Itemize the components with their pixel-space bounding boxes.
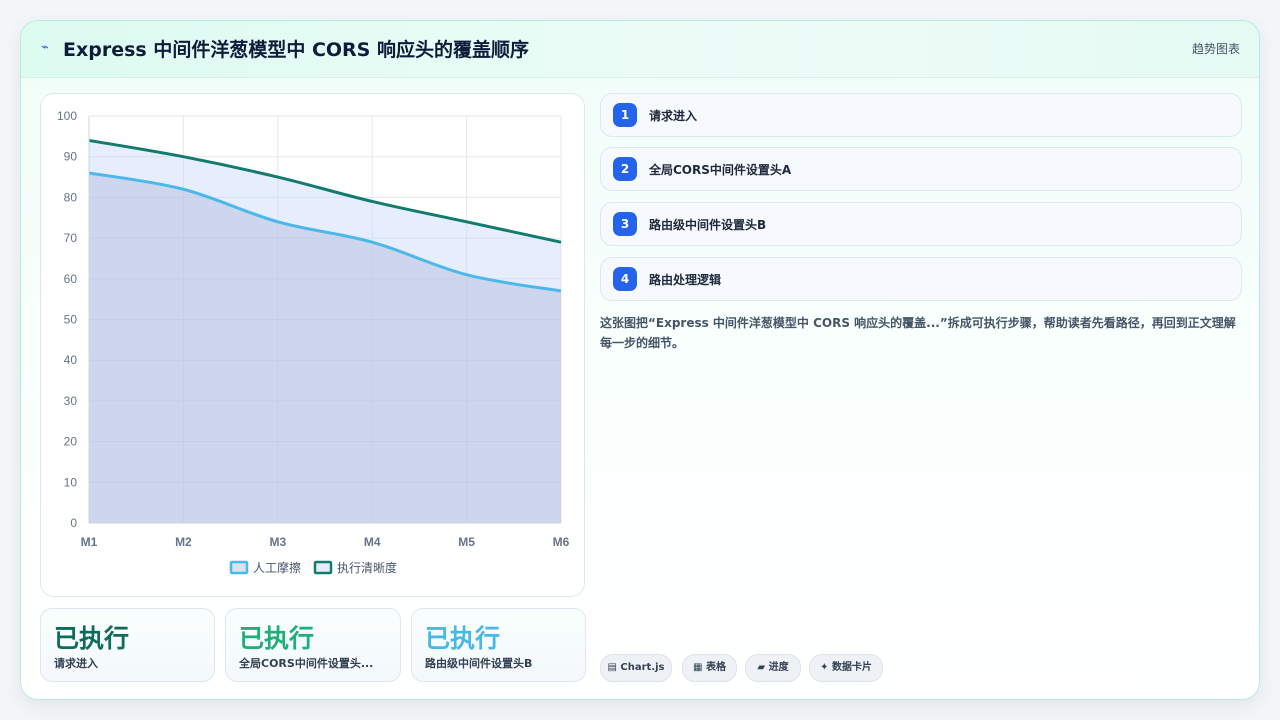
y-tick-label: 50 (64, 313, 78, 327)
stat-label: 请求进入 (54, 657, 98, 670)
legend-label: 人工摩擦 (253, 560, 301, 575)
step-number: 2 (613, 157, 637, 181)
sparkle-icon: ✦ (820, 662, 829, 673)
legend-label: 执行清晰度 (337, 560, 397, 575)
x-tick-label: M5 (458, 535, 475, 549)
step-label: 请求进入 (649, 109, 698, 123)
y-tick-label: 90 (64, 150, 78, 164)
chip-table[interactable]: ▦ 表格 (682, 654, 737, 682)
chip-label: Chart.js (620, 662, 665, 673)
y-tick-label: 30 (64, 394, 78, 408)
chart-panel: 0 10 20 30 40 50 60 70 80 90 100 M1 M2 M3 M4 M5 M6 人工摩擦 执行… (40, 93, 585, 597)
zigzag-icon: ⌁ (41, 40, 49, 55)
stat-value: 已执行 (425, 624, 501, 653)
y-tick-label: 100 (57, 109, 77, 123)
main-card: ⌁ Express 中间件洋葱模型中 CORS 响应头的覆盖顺序 趋势图表 0 1… (20, 20, 1260, 700)
x-tick-label: M2 (175, 535, 192, 549)
step-label: 路由级中间件设置头B (649, 218, 767, 232)
x-tick-label: M1 (81, 535, 98, 549)
chip-label: 数据卡片 (831, 662, 872, 673)
header: ⌁ Express 中间件洋葱模型中 CORS 响应头的覆盖顺序 趋势图表 (21, 21, 1259, 78)
y-tick-label: 70 (64, 231, 78, 245)
step-label: 路由处理逻辑 (649, 273, 722, 287)
description-text: 这张图把“Express 中间件洋葱模型中 CORS 响应头的覆盖...”拆成可… (600, 316, 1236, 350)
chip-progress[interactable]: ▰ 进度 (745, 654, 801, 682)
chip-label: 表格 (705, 662, 726, 673)
step-number: 4 (613, 267, 637, 291)
legend-swatch (313, 560, 333, 575)
y-tick-label: 10 (64, 475, 78, 489)
step-item-1[interactable]: 1 请求进入 (600, 93, 1242, 137)
chip-data-card[interactable]: ✦ 数据卡片 (809, 654, 883, 682)
y-tick-label: 60 (64, 272, 78, 286)
step-item-2[interactable]: 2 全局CORS中间件设置头A (600, 147, 1242, 191)
stat-card-2: 已执行 全局CORS中间件设置头... (225, 608, 401, 682)
step-number: 1 (613, 103, 637, 127)
x-tick-label: M6 (553, 535, 570, 549)
y-tick-label: 0 (70, 516, 77, 530)
line-chart: 0 10 20 30 40 50 60 70 80 90 100 M1 M2 M3 M4 M5 M6 人工摩擦 执行… (57, 109, 570, 575)
stat-card-3: 已执行 路由级中间件设置头B (411, 608, 586, 682)
step-item-4[interactable]: 4 路由处理逻辑 (600, 257, 1242, 301)
x-tick-label: M4 (364, 535, 381, 549)
stat-label: 全局CORS中间件设置头... (239, 657, 374, 670)
legend-swatch (229, 560, 249, 575)
stat-value: 已执行 (239, 624, 315, 653)
table-icon: ▦ (693, 662, 703, 673)
chip-label: 进度 (768, 662, 789, 673)
x-tick-label: M3 (269, 535, 286, 549)
page-title: Express 中间件洋葱模型中 CORS 响应头的覆盖顺序 (63, 39, 529, 61)
step-item-3[interactable]: 3 路由级中间件设置头B (600, 202, 1242, 246)
stat-card-1: 已执行 请求进入 (40, 608, 215, 682)
chip-chartjs[interactable]: ▤ Chart.js (600, 654, 672, 682)
y-tick-label: 20 (64, 435, 78, 449)
step-label: 全局CORS中间件设置头A (649, 163, 792, 177)
y-tick-label: 80 (64, 190, 78, 204)
step-number: 3 (613, 212, 637, 236)
y-tick-label: 40 (64, 353, 78, 367)
progress-icon: ▰ (757, 662, 766, 673)
stat-value: 已执行 (54, 624, 130, 653)
chart-icon: ▤ (607, 662, 617, 673)
chart-type-tag: 趋势图表 (1191, 42, 1240, 56)
stat-label: 路由级中间件设置头B (425, 657, 533, 670)
